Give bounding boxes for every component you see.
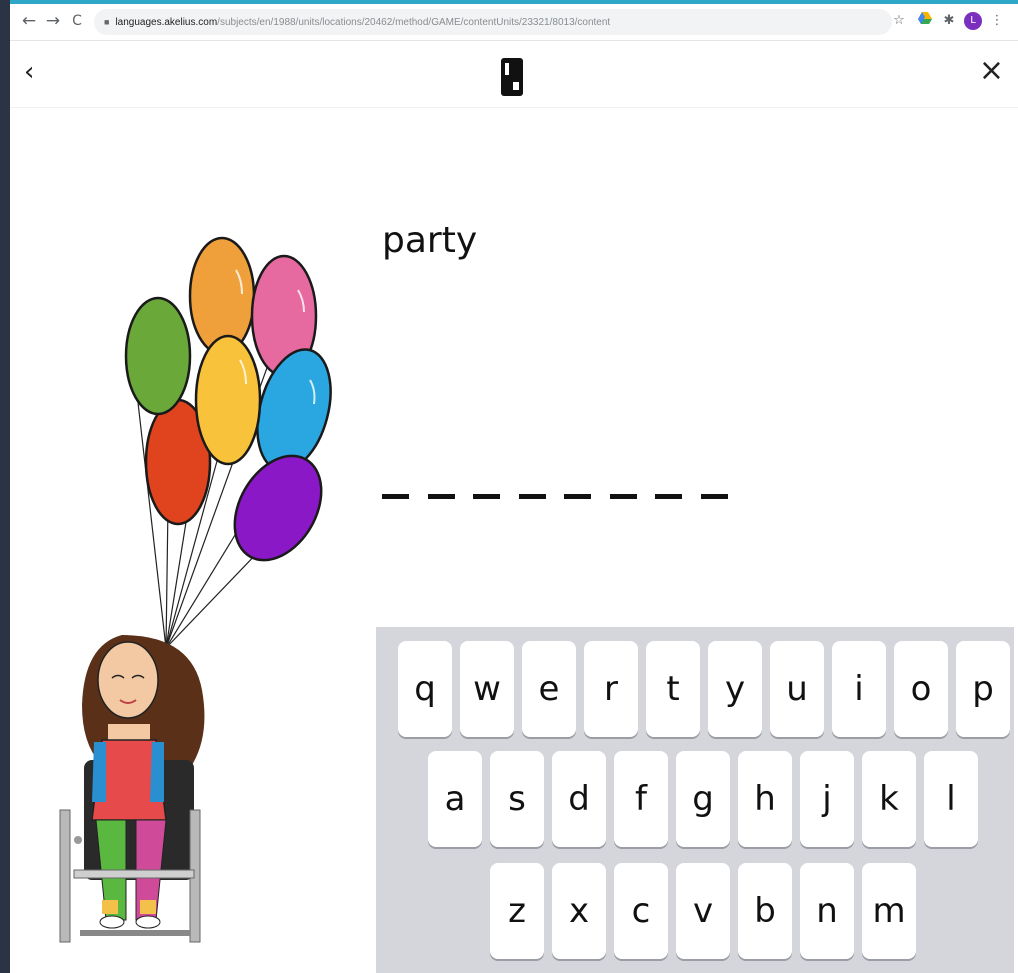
key-v[interactable]: v [676, 863, 730, 959]
answer-blank [427, 494, 455, 499]
key-r[interactable]: r [584, 641, 638, 737]
key-c[interactable]: c [614, 863, 668, 959]
key-f[interactable]: f [614, 751, 668, 847]
answer-blank [609, 494, 637, 499]
key-e[interactable]: e [522, 641, 576, 737]
key-u[interactable]: u [770, 641, 824, 737]
app-window: ← → C ■ languages.akelius.com/subjects/en… [10, 0, 1018, 973]
extensions-puzzle-icon[interactable]: ✱ [940, 12, 958, 30]
key-o[interactable]: o [894, 641, 948, 737]
browser-toolbar: ← → C ■ languages.akelius.com/subjects/en… [10, 4, 1018, 41]
answer-blank [518, 494, 546, 499]
balloons-girl-illustration [59, 236, 332, 943]
key-t[interactable]: t [646, 641, 700, 737]
answer-blank [564, 494, 591, 499]
lock-icon: ■ [104, 17, 110, 27]
key-a[interactable]: a [428, 751, 482, 847]
url-host: languages.akelius.com [115, 17, 218, 28]
girl-face [97, 641, 159, 719]
key-s[interactable]: s [490, 751, 544, 847]
app-logo-icon [501, 58, 523, 96]
drive-extension-icon[interactable] [916, 12, 934, 30]
browser-menu-icon[interactable]: ⋮ [988, 12, 1006, 30]
key-w[interactable]: w [460, 641, 514, 737]
wheelchair-left-wheel [59, 809, 71, 943]
prompt-word: party [382, 220, 478, 261]
key-h[interactable]: h [738, 751, 792, 847]
key-q[interactable]: q [398, 641, 452, 737]
key-p[interactable]: p [956, 641, 1010, 737]
key-i[interactable]: i [832, 641, 886, 737]
key-l[interactable]: l [924, 751, 978, 847]
key-y[interactable]: y [708, 641, 762, 737]
key-k[interactable]: k [862, 751, 916, 847]
key-b[interactable]: b [738, 863, 792, 959]
yellow-balloon [194, 334, 262, 466]
address-bar[interactable]: ■ languages.akelius.com/subjects/en/1988/… [94, 9, 892, 35]
reload-icon[interactable]: C [66, 10, 88, 32]
key-m[interactable]: m [862, 863, 916, 959]
answer-blank [655, 494, 682, 499]
bookmark-star-icon[interactable]: ☆ [890, 12, 908, 30]
url-path: /subjects/en/1988/units/locations/20462/… [217, 17, 611, 28]
key-z[interactable]: z [490, 863, 544, 959]
key-x[interactable]: x [552, 863, 606, 959]
onscreen-keyboard: qwertyuiop asdfghjkl zxcvbnm [376, 627, 1014, 973]
answer-blank [700, 494, 728, 499]
key-g[interactable]: g [676, 751, 730, 847]
profile-avatar[interactable]: L [964, 12, 982, 30]
key-n[interactable]: n [800, 863, 854, 959]
browser-forward-icon[interactable]: → [42, 10, 64, 32]
answer-blank [473, 494, 500, 499]
app-header: ‹ × [10, 41, 1018, 108]
answer-blank [382, 494, 409, 499]
close-icon[interactable]: × [979, 55, 1004, 87]
green-balloon [124, 296, 192, 416]
back-chevron-icon[interactable]: ‹ [24, 57, 34, 87]
key-j[interactable]: j [800, 751, 854, 847]
browser-back-icon[interactable]: ← [18, 10, 40, 32]
key-d[interactable]: d [552, 751, 606, 847]
